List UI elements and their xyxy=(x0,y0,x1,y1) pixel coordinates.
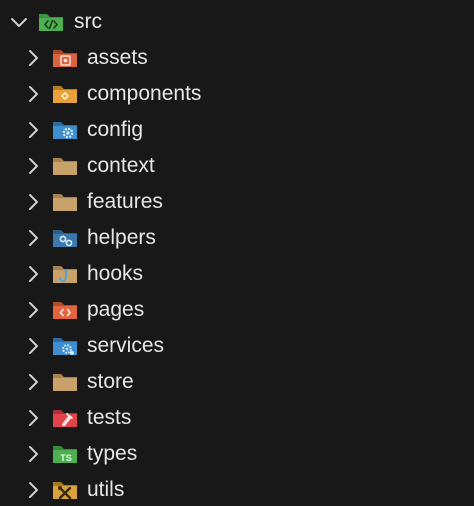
folder-pages-icon xyxy=(53,302,77,319)
tree-item-tests[interactable]: tests xyxy=(0,400,474,436)
tree-item-helpers[interactable]: helpers xyxy=(0,220,474,256)
tree-item-label: hooks xyxy=(87,262,144,285)
tree-item-hooks[interactable]: hooks xyxy=(0,256,474,292)
tree-item-store[interactable]: store xyxy=(0,364,474,400)
tree-item-label: config xyxy=(87,118,144,141)
folder-services-icon xyxy=(53,338,77,355)
folder-utils-icon xyxy=(53,482,77,500)
folder-icon xyxy=(53,194,77,211)
folder-helpers-icon xyxy=(53,230,77,247)
chevron-right-icon[interactable] xyxy=(22,155,44,177)
tree-item-label: store xyxy=(87,370,134,393)
tree-item-label: components xyxy=(87,82,202,105)
tree-item-types[interactable]: TS types xyxy=(0,436,474,472)
tree-item-label: helpers xyxy=(87,226,156,249)
tree-item-label: types xyxy=(87,442,138,465)
tree-item-features[interactable]: features xyxy=(0,184,474,220)
folder-assets-icon xyxy=(53,50,77,67)
chevron-right-icon[interactable] xyxy=(22,479,44,501)
tree-item-src[interactable]: src xyxy=(0,4,474,40)
chevron-right-icon[interactable] xyxy=(22,119,44,141)
tree-item-label: services xyxy=(87,334,165,357)
folder-tests-icon xyxy=(53,410,77,427)
folder-src-icon xyxy=(39,14,63,31)
chevron-right-icon[interactable] xyxy=(22,263,44,285)
chevron-right-icon[interactable] xyxy=(22,191,44,213)
chevron-right-icon[interactable] xyxy=(22,299,44,321)
types-badge: TS xyxy=(60,453,72,463)
chevron-right-icon[interactable] xyxy=(22,371,44,393)
folder-icon xyxy=(53,158,77,175)
tree-item-label: tests xyxy=(87,406,132,429)
tree-item-pages[interactable]: pages xyxy=(0,292,474,328)
tree-item-label: src xyxy=(74,10,102,33)
tree-item-utils[interactable]: utils xyxy=(0,472,474,506)
tree-item-assets[interactable]: assets xyxy=(0,40,474,76)
folder-components-icon xyxy=(53,86,77,103)
chevron-right-icon[interactable] xyxy=(22,47,44,69)
chevron-right-icon[interactable] xyxy=(22,83,44,105)
chevron-right-icon[interactable] xyxy=(22,407,44,429)
file-explorer-tree: src assets components config context fea… xyxy=(0,0,474,506)
tree-item-context[interactable]: context xyxy=(0,148,474,184)
folder-types-icon: TS xyxy=(53,446,77,463)
tree-item-label: utils xyxy=(87,478,125,501)
tree-item-label: pages xyxy=(87,298,145,321)
tree-item-label: context xyxy=(87,154,155,177)
chevron-down-icon[interactable] xyxy=(8,11,30,33)
tree-item-services[interactable]: services xyxy=(0,328,474,364)
chevron-right-icon[interactable] xyxy=(22,227,44,249)
folder-hooks-icon xyxy=(53,266,77,283)
tree-item-config[interactable]: config xyxy=(0,112,474,148)
tree-item-label: features xyxy=(87,190,163,213)
chevron-right-icon[interactable] xyxy=(22,443,44,465)
folder-icon xyxy=(53,374,77,391)
tree-item-label: assets xyxy=(87,46,148,69)
chevron-right-icon[interactable] xyxy=(22,335,44,357)
folder-config-icon xyxy=(53,122,77,139)
tree-item-components[interactable]: components xyxy=(0,76,474,112)
